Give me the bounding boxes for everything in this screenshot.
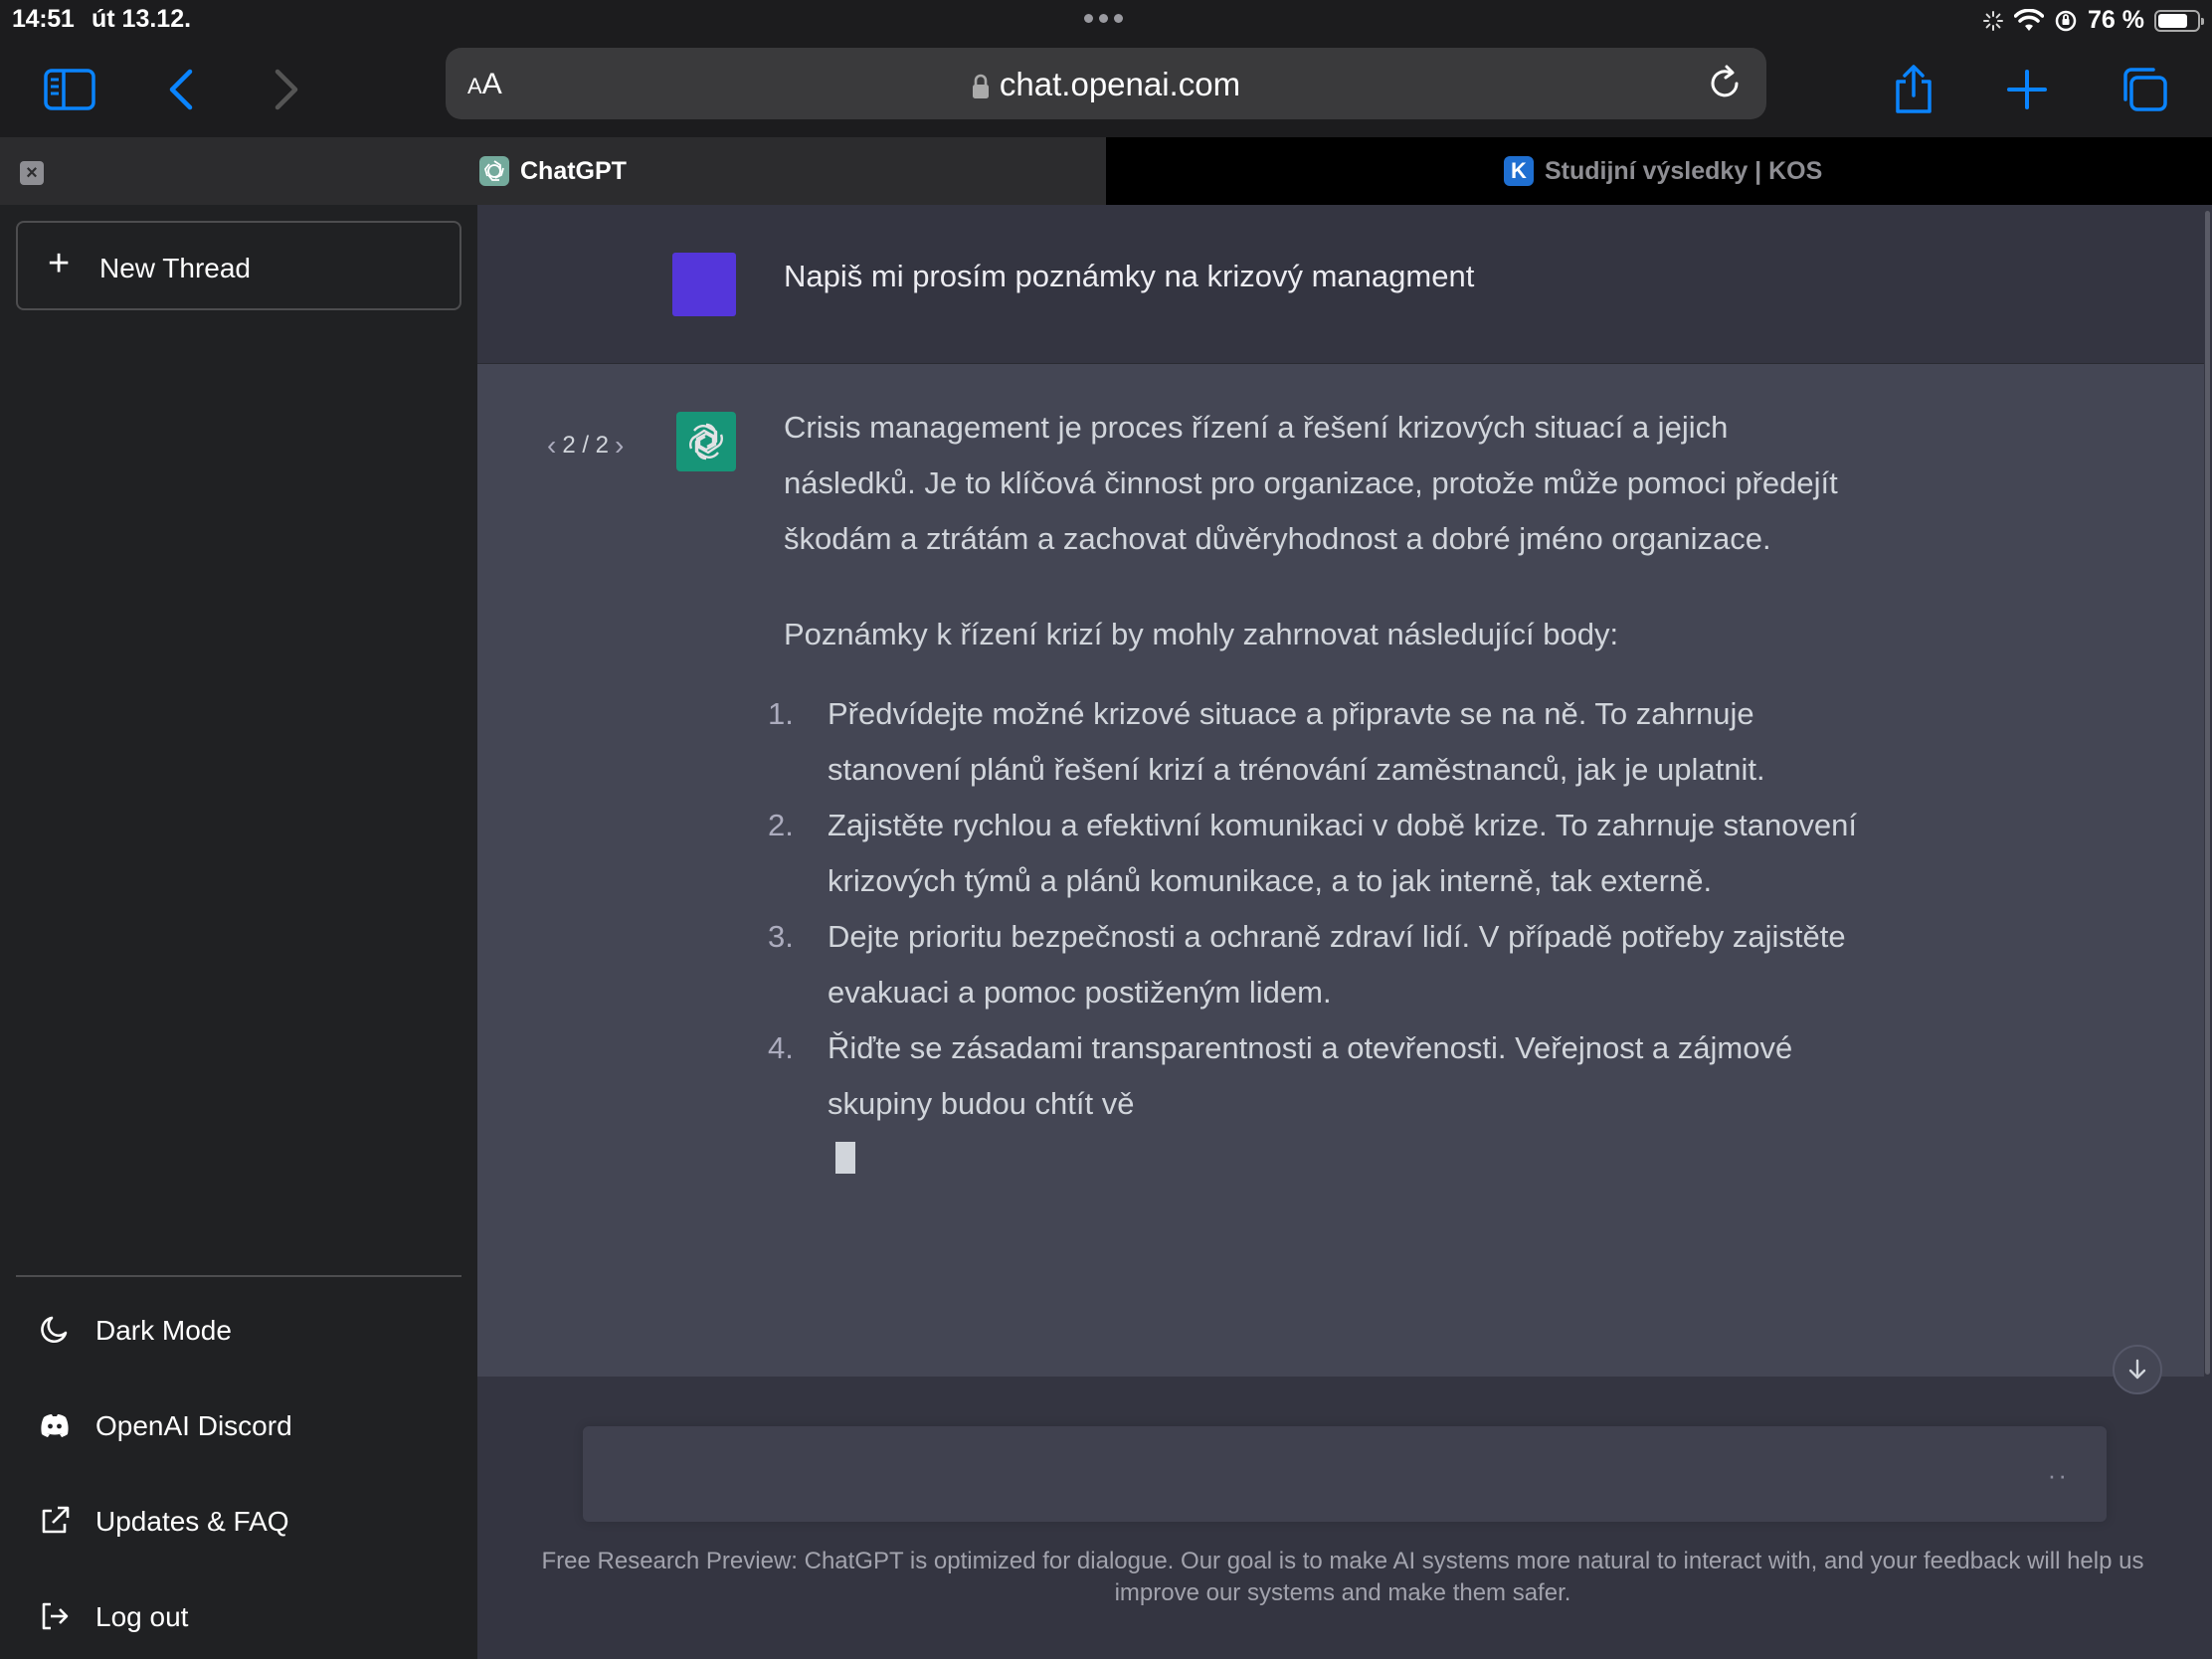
tab-chatgpt[interactable]: × ChatGPT	[0, 137, 1106, 205]
sidebar-item-label: Dark Mode	[95, 1315, 232, 1346]
message-composer[interactable]: ··	[583, 1426, 2107, 1522]
status-indicators: 76 %	[1982, 6, 2204, 35]
logout-icon	[42, 1602, 69, 1630]
typing-cursor	[835, 1142, 855, 1174]
chat-main: Napiš mi prosím poznámky na krizový mana…	[477, 205, 2212, 1659]
sidebar-item-updates-faq[interactable]: Updates & FAQ	[16, 1480, 461, 1560]
status-bar: 14:51 út 13.12. 76 %	[0, 0, 2212, 42]
sidebar-toggle-icon[interactable]	[40, 60, 99, 119]
url-display[interactable]: chat.openai.com	[446, 66, 1766, 103]
response-lead: Poznámky k řízení krizí by mohly zahrnov…	[784, 617, 1619, 651]
new-thread-label: New Thread	[99, 253, 252, 283]
response-point-list: 1. Předvídejte možné krizové situace a př…	[768, 686, 1858, 1132]
multitasking-dots-icon[interactable]	[1084, 14, 1123, 23]
footer-disclaimer: Free Research Preview: ChatGPT is optimi…	[541, 1548, 2144, 1606]
arrow-down-icon	[2128, 1359, 2146, 1380]
url-text: chat.openai.com	[999, 66, 1241, 102]
list-item: 2. Zajistěte rychlou a efektivní komunika…	[768, 798, 1858, 909]
moon-icon	[41, 1316, 68, 1343]
next-response-chevron-icon[interactable]: ›	[615, 430, 624, 461]
sidebar-item-label: Log out	[95, 1601, 189, 1632]
list-item-text: Předvídejte možné krizové situace a přip…	[828, 696, 1765, 787]
address-bar[interactable]: AA chat.openai.com	[446, 48, 1766, 119]
list-number: 4.	[768, 1030, 794, 1065]
chatgpt-favicon-icon	[479, 156, 509, 186]
reload-icon[interactable]	[1703, 62, 1747, 105]
user-message-row: Napiš mi prosím poznámky na krizový mana…	[477, 205, 2204, 364]
scrollbar[interactable]	[2204, 205, 2212, 1377]
plus-icon: +	[48, 243, 71, 284]
share-icon[interactable]	[1884, 60, 1943, 119]
user-avatar	[672, 253, 736, 316]
close-tab-icon[interactable]: ×	[20, 161, 44, 185]
list-item: 3. Dejte prioritu bezpečnosti a ochraně z…	[768, 909, 1858, 1020]
list-number: 3.	[768, 919, 794, 954]
status-date: út 13.12.	[92, 5, 192, 33]
sidebar: + New Thread Dark Mode OpenAI Discord Up…	[0, 205, 477, 1659]
wifi-icon	[2014, 8, 2045, 31]
list-item: 4. Řiďte se zásadami transparentnosti a o…	[768, 1020, 1858, 1132]
tab-title-chatgpt: ChatGPT	[520, 157, 627, 185]
tab-bar: × ChatGPT K Studijní výsledky | KOS	[0, 137, 2212, 205]
response-intro: Crisis management je proces řízení a řeš…	[784, 410, 1838, 556]
typing-indicator-icon: ··	[2047, 1460, 2069, 1490]
list-item-text: Zajistěte rychlou a efektivní komunikaci…	[828, 808, 1858, 898]
list-item: 1. Předvídejte možné krizové situace a př…	[768, 686, 1858, 798]
response-pager: ‹ 2 / 2 ›	[547, 430, 624, 461]
sidebar-item-dark-mode[interactable]: Dark Mode	[16, 1289, 461, 1369]
sidebar-item-label: Updates & FAQ	[95, 1506, 289, 1537]
back-arrow-icon[interactable]	[151, 60, 211, 119]
response-pager-count: 2 / 2	[562, 432, 610, 459]
tab-overview-icon[interactable]	[2115, 60, 2174, 119]
browser-toolbar: AA chat.openai.com	[0, 42, 2212, 137]
discord-icon	[41, 1414, 69, 1437]
list-number: 2.	[768, 808, 794, 842]
status-time: 14:51	[12, 5, 75, 33]
user-message-text: Napiš mi prosím poznámky na krizový mana…	[784, 259, 1475, 293]
external-link-icon	[42, 1506, 70, 1534]
chatgpt-logo-icon	[676, 412, 736, 471]
sidebar-item-label: OpenAI Discord	[95, 1410, 292, 1441]
battery-icon	[2154, 9, 2204, 32]
kos-favicon-icon: K	[1504, 156, 1534, 186]
sidebar-item-openai-discord[interactable]: OpenAI Discord	[16, 1384, 461, 1464]
list-item-text: Řiďte se zásadami transparentnosti a ote…	[828, 1030, 1793, 1121]
sidebar-divider	[16, 1275, 461, 1277]
scroll-to-bottom-button[interactable]	[2113, 1345, 2162, 1394]
forward-arrow-icon[interactable]	[257, 60, 316, 119]
tab-kos[interactable]: Studijní výsledky | KOS	[1545, 157, 1822, 186]
battery-percentage: 76 %	[2088, 6, 2144, 34]
assistant-message-text: Crisis management je proces řízení a řeš…	[768, 400, 1858, 1192]
new-tab-plus-icon[interactable]	[1997, 60, 2057, 119]
orientation-lock-icon	[2055, 10, 2077, 31]
activity-icon	[1983, 10, 2004, 31]
sidebar-item-log-out[interactable]: Log out	[16, 1575, 461, 1655]
scrollbar-thumb[interactable]	[2205, 211, 2210, 1375]
lock-icon	[972, 75, 989, 99]
list-item-text: Dejte prioritu bezpečnosti a ochraně zdr…	[828, 919, 1846, 1010]
message-input[interactable]	[603, 1446, 1995, 1502]
previous-response-chevron-icon[interactable]: ‹	[547, 430, 556, 461]
assistant-message-row: ‹ 2 / 2 › Crisis management je proces ří…	[477, 364, 2204, 1377]
list-number: 1.	[768, 696, 794, 731]
new-thread-button[interactable]: + New Thread	[16, 221, 461, 310]
